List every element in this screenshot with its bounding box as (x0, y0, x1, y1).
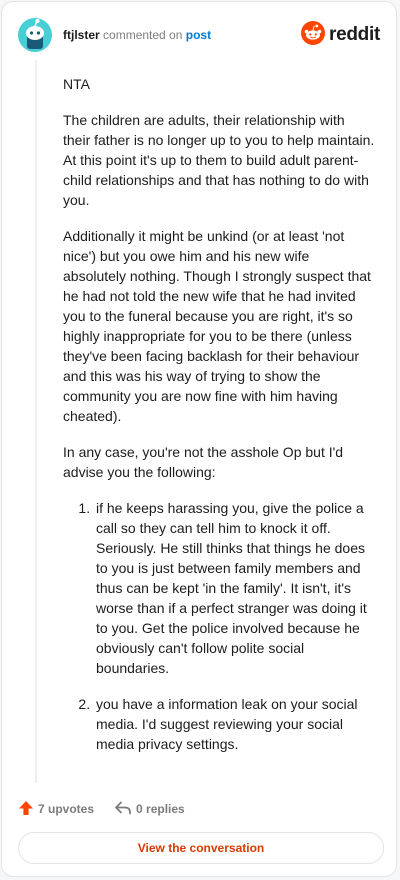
upvote-arrow-icon (18, 800, 38, 819)
comment-paragraph: NTA (63, 76, 90, 92)
view-conversation-button[interactable]: View the conversation (18, 832, 384, 864)
username-link[interactable]: ftjlster (63, 28, 100, 42)
reply-count: 0 replies (136, 802, 185, 816)
thread-line (35, 60, 37, 783)
comment-card: ftjlster commented on post reddit NTA Th… (1, 1, 397, 877)
reddit-logo-icon (301, 20, 326, 50)
reddit-wordmark: reddit (329, 24, 380, 45)
advice-list: if he keeps harassing you, give the poli… (63, 498, 375, 754)
comment-paragraph: Additionally it might be unkind (or at l… (63, 228, 371, 424)
list-item: you have a information leak on your soci… (94, 694, 375, 754)
reply-button[interactable]: 0 replies (114, 800, 185, 819)
reply-arrow-icon (114, 800, 136, 819)
comment-meta: ftjlster commented on post (63, 28, 211, 42)
snoo-avatar-icon[interactable] (18, 18, 52, 52)
post-link[interactable]: post (186, 28, 211, 42)
upvote-button[interactable]: 7 upvotes (18, 800, 94, 819)
comment-footer: 7 upvotes 0 replies (18, 798, 185, 820)
comment-paragraph: In any case, you're not the asshole Op b… (63, 444, 344, 480)
reddit-brand[interactable]: reddit (301, 20, 380, 50)
comment-header: ftjlster commented on post reddit (18, 18, 380, 52)
list-item: if he keeps harassing you, give the poli… (94, 498, 375, 678)
commented-on-label: commented on (103, 28, 183, 42)
comment-paragraph: The children are adults, their relations… (63, 112, 375, 208)
upvote-count: 7 upvotes (38, 802, 95, 816)
comment-body: NTA The children are adults, their relat… (63, 74, 375, 770)
